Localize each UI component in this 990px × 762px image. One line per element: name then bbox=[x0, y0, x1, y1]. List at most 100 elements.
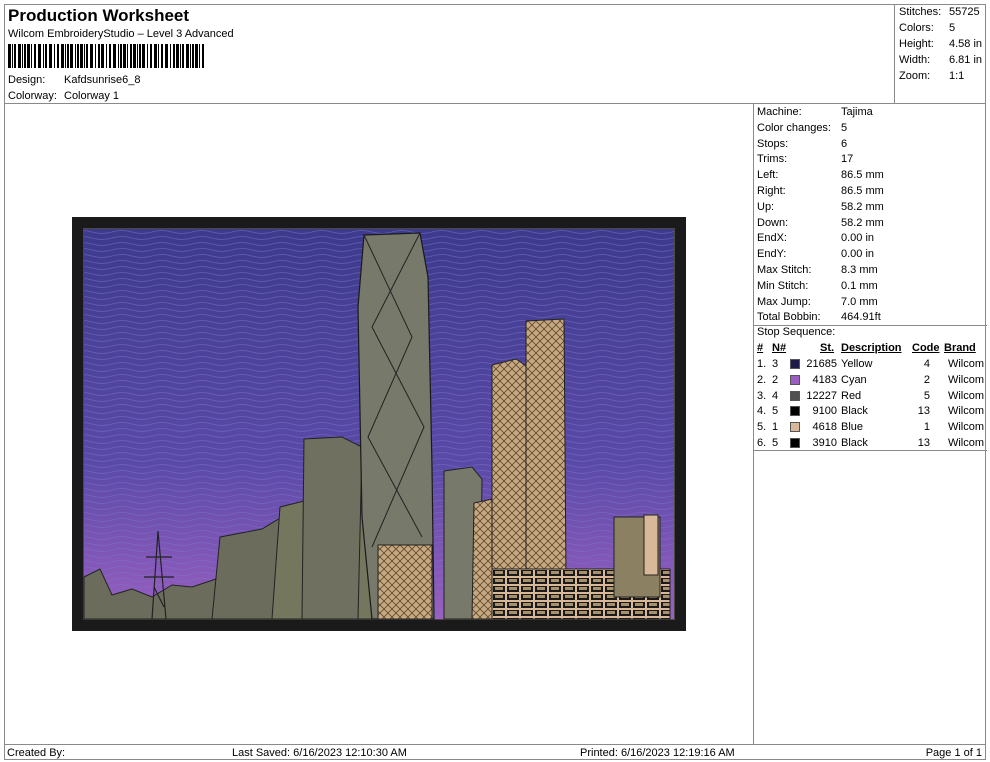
color-swatch bbox=[790, 374, 800, 385]
embroidery-preview bbox=[72, 217, 686, 631]
info-row: Max Stitch: 8.3 mm bbox=[757, 264, 878, 276]
col-header-code: Code bbox=[912, 342, 940, 354]
seq-needle: 1 bbox=[772, 421, 779, 434]
info-label: Machine: bbox=[757, 106, 802, 118]
design-label: Design: bbox=[8, 74, 46, 86]
info-value: 58.2 mm bbox=[841, 216, 884, 229]
info-value: 6 bbox=[841, 137, 848, 150]
seq-description: Yellow bbox=[841, 358, 873, 370]
info-value: 0.00 in bbox=[841, 248, 875, 261]
seq-num: 5. bbox=[757, 421, 767, 434]
seq-brand: Wilcom bbox=[947, 389, 984, 402]
info-row: Min Stitch: 0.1 mm bbox=[757, 279, 878, 292]
seq-num: 1. bbox=[757, 358, 767, 370]
stop-sequence-title: Stop Sequence: bbox=[757, 326, 836, 338]
col-header-st: St. bbox=[820, 342, 835, 354]
info-label: Down: bbox=[757, 216, 789, 229]
colorway-label: Colorway: bbox=[8, 90, 57, 102]
info-label: Color changes: bbox=[757, 121, 831, 134]
design-value: Kafdsunrise6_8 bbox=[64, 74, 141, 86]
info-value: Tajima bbox=[841, 106, 873, 118]
seq-stitches: 21685 bbox=[806, 358, 837, 370]
color-swatch bbox=[790, 406, 800, 417]
printed-date: Printed: 6/16/2023 12:19:16 AM bbox=[580, 747, 735, 759]
info-label: Right: bbox=[757, 185, 786, 197]
seq-code: 13 bbox=[917, 405, 930, 418]
stat-colors: Colors: 5 bbox=[899, 22, 956, 34]
barcode bbox=[8, 44, 204, 68]
seq-needle: 5 bbox=[772, 437, 779, 449]
info-row: Up: 58.2 mm bbox=[757, 200, 884, 213]
info-value: 86.5 mm bbox=[841, 185, 884, 197]
info-row: Down: 58.2 mm bbox=[757, 216, 884, 229]
lattice-building bbox=[377, 544, 433, 620]
info-value: 58.2 mm bbox=[841, 200, 884, 213]
seq-description: Blue bbox=[841, 421, 864, 434]
info-label: Trims: bbox=[757, 153, 788, 166]
info-label: Total Bobbin: bbox=[757, 311, 821, 324]
seq-num: 3. bbox=[757, 389, 767, 402]
seq-needle: 3 bbox=[772, 358, 779, 370]
stat-stitches: Stitches: 55725 bbox=[899, 6, 980, 18]
seq-stitches: 4618 bbox=[812, 421, 837, 434]
seq-brand: Wilcom bbox=[947, 405, 984, 418]
info-label: Max Jump: bbox=[757, 295, 811, 308]
colorway-value: Colorway 1 bbox=[64, 90, 120, 102]
seq-num: 2. bbox=[757, 373, 767, 386]
info-row: Trims: 17 bbox=[757, 153, 853, 166]
info-value: 8.3 mm bbox=[841, 264, 878, 276]
info-row: EndY: 0.00 in bbox=[757, 248, 874, 261]
stat-zoom: Zoom: 1:1 bbox=[899, 70, 965, 82]
info-label: EndX: bbox=[757, 232, 787, 245]
info-row: Right: 86.5 mm bbox=[757, 185, 884, 197]
created-by: Created By: bbox=[7, 747, 66, 759]
seq-code: 5 bbox=[923, 389, 930, 402]
col-header-brand: Brand bbox=[944, 342, 976, 354]
divider bbox=[754, 325, 987, 326]
info-row: Machine: Tajima bbox=[757, 106, 873, 118]
seq-code: 13 bbox=[917, 437, 930, 449]
page-title: Production Worksheet bbox=[8, 6, 190, 25]
col-header-num: # bbox=[757, 342, 764, 354]
seq-needle: 2 bbox=[772, 373, 779, 386]
color-swatch bbox=[790, 438, 800, 448]
seq-code: 4 bbox=[923, 358, 930, 370]
seq-description: Black bbox=[841, 437, 868, 449]
info-value: 0.1 mm bbox=[841, 279, 878, 292]
last-saved: Last Saved: 6/16/2023 12:10:30 AM bbox=[232, 747, 407, 759]
seq-num: 4. bbox=[757, 405, 767, 418]
footer: Created By: Last Saved: 6/16/2023 12:10:… bbox=[4, 744, 986, 760]
seq-stitches: 12227 bbox=[806, 389, 837, 402]
info-row: Color changes: 5 bbox=[757, 121, 847, 134]
seq-brand: Wilcom bbox=[947, 358, 984, 370]
info-label: Min Stitch: bbox=[757, 279, 809, 292]
info-row: Stops: 6 bbox=[757, 137, 847, 150]
info-row: Left: 86.5 mm bbox=[757, 169, 884, 181]
info-label: Up: bbox=[757, 200, 775, 213]
col-header-desc: Description bbox=[841, 342, 902, 354]
seq-needle: 5 bbox=[772, 405, 779, 418]
stat-height: Height: 4.58 in bbox=[899, 38, 983, 50]
seq-stitches: 4183 bbox=[812, 373, 837, 386]
seq-num: 6. bbox=[757, 437, 767, 449]
seq-needle: 4 bbox=[772, 389, 779, 402]
info-value: 17 bbox=[841, 153, 854, 166]
color-swatch bbox=[790, 359, 800, 369]
seq-stitches: 3910 bbox=[812, 437, 837, 449]
seq-stitches: 9100 bbox=[812, 405, 837, 418]
seq-brand: Wilcom bbox=[947, 437, 984, 449]
info-label: EndY: bbox=[757, 248, 787, 261]
info-row: EndX: 0.00 in bbox=[757, 232, 874, 245]
info-label: Stops: bbox=[757, 137, 789, 150]
machine-info-panel: Machine: Tajima Color changes: 5 Stops: 6 Trim… bbox=[753, 104, 987, 745]
stat-width: Width: 6.81 in bbox=[899, 54, 983, 66]
col-header-n: N# bbox=[772, 342, 787, 354]
seq-description: Red bbox=[841, 389, 862, 402]
info-row: Max Jump: 7.0 mm bbox=[757, 295, 878, 308]
seq-description: Black bbox=[841, 405, 868, 418]
info-value: 7.0 mm bbox=[841, 295, 878, 308]
info-value: 0.00 in bbox=[841, 232, 875, 245]
stats-panel: Stitches: 55725 Colors: 5 Height: 4.58 in W… bbox=[894, 4, 987, 103]
building-tall-left bbox=[301, 436, 363, 620]
seq-code: 1 bbox=[923, 421, 930, 434]
